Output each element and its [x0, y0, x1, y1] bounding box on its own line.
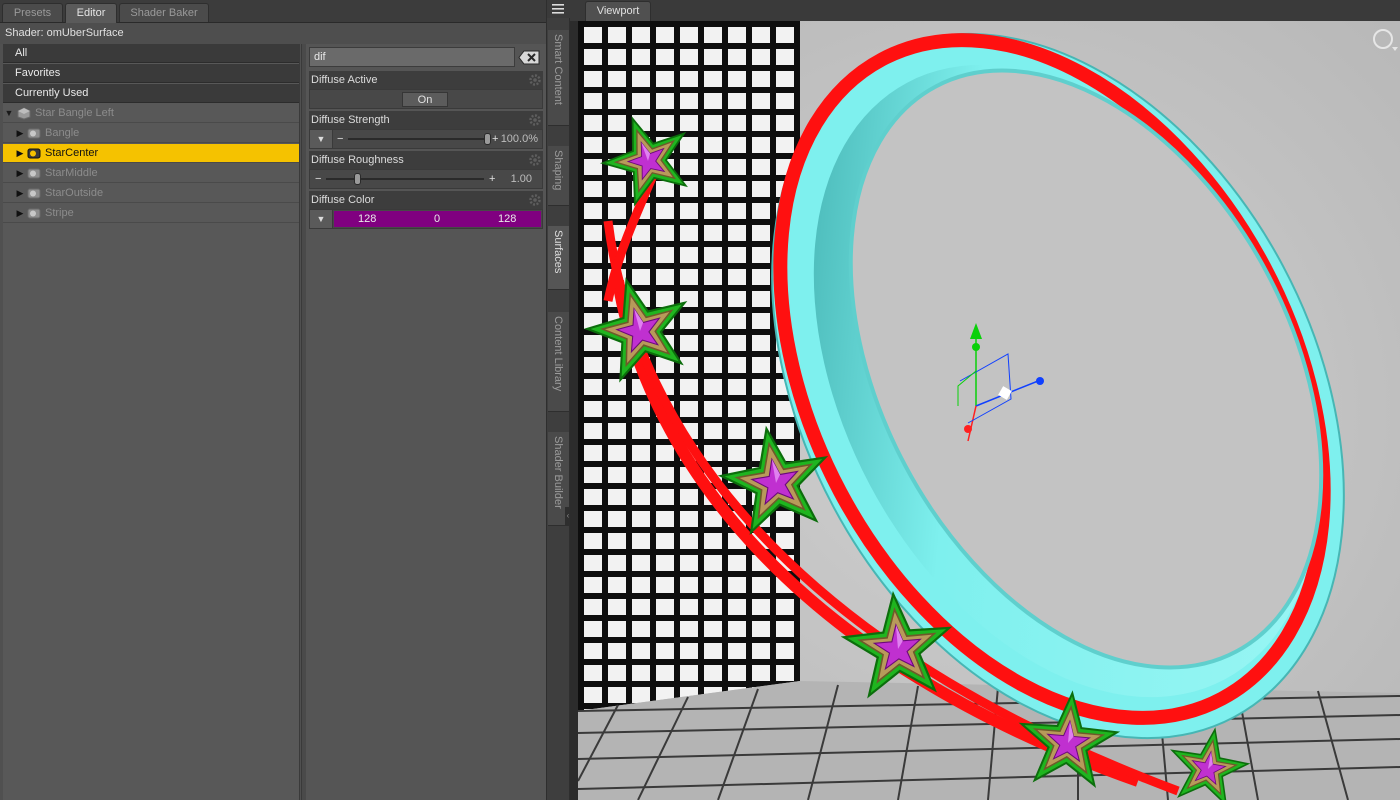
- property-editor: dif Diffuse Active On Diffuse Strength ▼…: [306, 44, 546, 800]
- color-blue-value[interactable]: 128: [498, 211, 516, 227]
- filter-all[interactable]: All: [3, 44, 299, 63]
- property-label-text: Diffuse Color: [311, 194, 375, 206]
- diffuse-strength-label: Diffuse Strength: [309, 111, 543, 129]
- scene-render[interactable]: [578, 21, 1400, 800]
- decrement-icon[interactable]: −: [315, 170, 321, 188]
- side-tab-label: Shaping: [552, 150, 564, 191]
- tree-item-label: Star Bangle Left: [35, 107, 114, 119]
- diffuse-color-label: Diffuse Color: [309, 191, 543, 209]
- filter-favorites[interactable]: Favorites: [3, 64, 299, 83]
- gear-icon[interactable]: [529, 154, 541, 166]
- viewport-canvas[interactable]: [578, 21, 1400, 800]
- diffuse-color-swatch[interactable]: 128 0 128: [334, 211, 541, 227]
- floor-grid: [578, 681, 1400, 800]
- property-search-input[interactable]: dif: [309, 47, 515, 67]
- diffuse-strength-value[interactable]: 100.0%: [501, 130, 538, 148]
- slider-thumb[interactable]: [354, 173, 361, 185]
- increment-icon[interactable]: +: [492, 130, 498, 148]
- diffuse-roughness-value[interactable]: 1.00: [511, 170, 532, 188]
- tree-item-starmiddle[interactable]: ▶ StarMiddle: [3, 164, 299, 183]
- side-tab-shaping[interactable]: Shaping: [548, 146, 569, 206]
- tree-item-label: Stripe: [45, 207, 74, 219]
- slider-thumb[interactable]: [484, 133, 491, 145]
- surfaces-panel: Presets Editor Shader Baker Shader: omUb…: [0, 0, 546, 800]
- tree-item-stripe[interactable]: ▶ Stripe: [3, 204, 299, 223]
- side-tab-strip: Smart Content Shaping Surfaces Content L…: [546, 0, 571, 800]
- chevron-down-icon[interactable]: ▼: [310, 130, 333, 148]
- surface-icon: [27, 168, 41, 179]
- diffuse-strength-control: ▼ − + 100.0%: [309, 129, 543, 149]
- property-label-text: Diffuse Roughness: [311, 154, 404, 166]
- triangle-right-icon[interactable]: ▶: [15, 204, 25, 223]
- diffuse-active-label: Diffuse Active: [309, 71, 543, 89]
- side-tab-surfaces[interactable]: Surfaces: [548, 226, 569, 290]
- gear-icon[interactable]: [529, 114, 541, 126]
- diffuse-roughness-label: Diffuse Roughness: [309, 151, 543, 169]
- triangle-right-icon[interactable]: ▶: [15, 124, 25, 143]
- color-red-value[interactable]: 128: [358, 211, 376, 227]
- triangle-right-icon[interactable]: ▶: [15, 144, 25, 163]
- tree-item-star-bangle-left[interactable]: ▼ Star Bangle Left: [3, 104, 299, 123]
- gear-icon[interactable]: [529, 74, 541, 86]
- chevron-down-icon[interactable]: ▼: [310, 210, 333, 228]
- increment-icon[interactable]: +: [489, 170, 495, 188]
- diffuse-active-toggle[interactable]: On: [402, 92, 448, 107]
- surface-icon: [27, 208, 41, 219]
- diffuse-color-control: ▼ 128 0 128: [309, 209, 543, 229]
- shader-label: Shader: omUberSurface: [0, 23, 546, 44]
- menu-icon[interactable]: [547, 0, 570, 18]
- side-tab-label: Shader Builder: [552, 436, 564, 509]
- tree-item-starcenter[interactable]: ▶ StarCenter: [3, 144, 299, 163]
- editor-tabbar: Presets Editor Shader Baker: [0, 0, 546, 23]
- tree-item-staroutside[interactable]: ▶ StarOutside: [3, 184, 299, 203]
- diffuse-roughness-control: − + 1.00: [309, 169, 543, 189]
- viewport-panel: Viewport: [570, 0, 1400, 800]
- tree-item-label: StarOutside: [45, 187, 104, 199]
- decrement-icon[interactable]: −: [337, 130, 343, 148]
- side-tab-label: Content Library: [552, 316, 564, 392]
- surface-tree: All Favorites Currently Used ▼ Star Bang…: [3, 44, 300, 800]
- diffuse-strength-slider[interactable]: [348, 138, 490, 140]
- tab-viewport[interactable]: Viewport: [585, 1, 651, 21]
- color-green-value[interactable]: 0: [434, 211, 440, 227]
- triangle-down-icon[interactable]: ▼: [4, 104, 14, 123]
- side-tab-smart-content[interactable]: Smart Content: [548, 30, 569, 126]
- property-label-text: Diffuse Strength: [311, 114, 390, 126]
- diffuse-active-control: On: [309, 89, 543, 109]
- surface-icon: [27, 148, 41, 159]
- wall-grid: [578, 21, 800, 711]
- surface-icon: [27, 188, 41, 199]
- side-tab-label: Surfaces: [552, 230, 564, 274]
- side-tab-label: Smart Content: [552, 34, 564, 105]
- gear-icon[interactable]: [529, 194, 541, 206]
- clear-search-icon[interactable]: [518, 50, 540, 65]
- side-tab-content-library[interactable]: Content Library: [548, 312, 569, 412]
- triangle-right-icon[interactable]: ▶: [15, 164, 25, 183]
- figure-icon: [17, 107, 31, 120]
- surface-icon: [27, 128, 41, 139]
- tab-editor[interactable]: Editor: [65, 3, 117, 23]
- property-label-text: Diffuse Active: [311, 74, 378, 86]
- filter-currently-used[interactable]: Currently Used: [3, 84, 299, 103]
- viewport-tabbar: Viewport: [570, 0, 1400, 21]
- tree-item-label: Bangle: [45, 127, 80, 139]
- tab-presets[interactable]: Presets: [2, 3, 63, 22]
- tab-shader-baker[interactable]: Shader Baker: [119, 3, 209, 22]
- tree-item-label: StarMiddle: [45, 167, 98, 179]
- triangle-right-icon[interactable]: ▶: [15, 184, 25, 203]
- tree-item-label: StarCenter: [45, 147, 99, 159]
- diffuse-roughness-slider[interactable]: [326, 178, 484, 180]
- tree-item-bangle[interactable]: ▶ Bangle: [3, 124, 299, 143]
